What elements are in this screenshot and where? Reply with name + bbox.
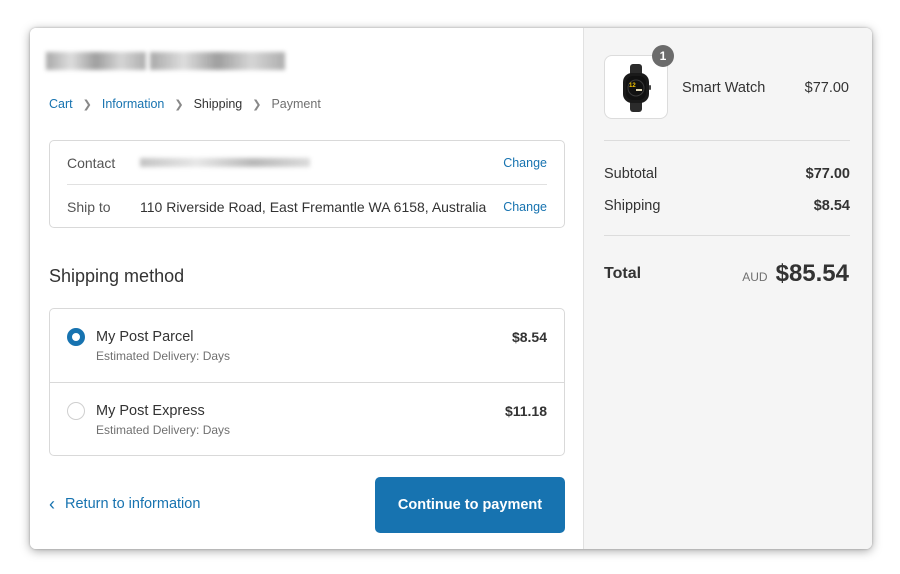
chevron-right-icon: ❯: [252, 98, 262, 111]
continue-to-payment-button[interactable]: Continue to payment: [375, 477, 565, 533]
total-label: Total: [604, 265, 642, 282]
radio-button-checked[interactable]: [67, 328, 85, 346]
chevron-right-icon: ❯: [82, 98, 92, 111]
contact-value: [140, 158, 503, 167]
breadcrumb-payment: Payment: [271, 97, 321, 111]
checkout-window: Cart ❯ Information ❯ Shipping ❯ Payment …: [30, 28, 872, 549]
shipping-option-price: $8.54: [511, 329, 547, 345]
currency-code: AUD: [742, 270, 768, 284]
quantity-badge: 1: [652, 45, 674, 67]
redacted-text: [46, 52, 146, 70]
product-name: Smart Watch: [682, 80, 766, 96]
divider: [604, 235, 850, 236]
review-block: Contact Change Ship to 110 Riverside Roa…: [49, 140, 565, 228]
change-ship-to-link[interactable]: Change: [503, 200, 547, 214]
subtotal-value: $77.00: [805, 166, 850, 182]
shipping-option-subtitle: Estimated Delivery: Days: [96, 423, 231, 437]
contact-label: Contact: [67, 154, 116, 171]
change-contact-link[interactable]: Change: [503, 156, 547, 170]
divider: [604, 140, 850, 141]
total-amount-group: AUD $85.54: [742, 260, 849, 288]
breadcrumb-shipping: Shipping: [193, 97, 243, 111]
shipping-option-subtitle: Estimated Delivery: Days: [96, 349, 231, 363]
shipping-option-name: My Post Parcel: [96, 329, 194, 345]
shipping-option-parcel[interactable]: My Post Parcel Estimated Delivery: Days …: [50, 309, 564, 383]
shipping-row: Shipping $8.54: [604, 198, 850, 214]
breadcrumb-information[interactable]: Information: [102, 97, 165, 111]
checkout-main: Cart ❯ Information ❯ Shipping ❯ Payment …: [30, 28, 583, 549]
redacted-text: [140, 158, 310, 167]
subtotal-row: Subtotal $77.00: [604, 166, 850, 182]
shipping-label: Shipping: [604, 198, 661, 214]
shipping-value: $8.54: [813, 198, 850, 214]
ship-to-label: Ship to: [67, 199, 111, 215]
total-amount: $85.54: [775, 260, 849, 287]
shipping-method-list: My Post Parcel Estimated Delivery: Days …: [49, 308, 565, 456]
redacted-text: [150, 52, 285, 70]
product-price: $77.00: [804, 80, 849, 96]
return-link-label: Return to information: [65, 496, 201, 512]
return-to-information-link[interactable]: ‹ Return to information: [49, 495, 200, 513]
shipping-option-express[interactable]: My Post Express Estimated Delivery: Days…: [50, 383, 564, 457]
chevron-left-icon: ‹: [49, 494, 55, 514]
radio-button[interactable]: [67, 402, 85, 420]
shipping-method-title: Shipping method: [49, 266, 185, 286]
chevron-right-icon: ❯: [174, 98, 184, 111]
order-summary: 12 1 Smart Watch $77.00 Subtotal $77.00 …: [583, 28, 872, 549]
shipping-option-price: $11.18: [504, 403, 547, 419]
contact-row: Contact Change: [67, 141, 547, 185]
svg-text:12: 12: [629, 83, 636, 89]
store-name-redacted: [46, 52, 286, 74]
breadcrumb: Cart ❯ Information ❯ Shipping ❯ Payment: [49, 97, 321, 111]
ship-to-row: Ship to 110 Riverside Road, East Fremant…: [67, 185, 547, 229]
subtotal-label: Subtotal: [604, 166, 658, 182]
shipping-option-name: My Post Express: [96, 403, 205, 419]
breadcrumb-cart[interactable]: Cart: [49, 97, 73, 111]
ship-to-value: 110 Riverside Road, East Fremantle WA 61…: [140, 199, 487, 215]
